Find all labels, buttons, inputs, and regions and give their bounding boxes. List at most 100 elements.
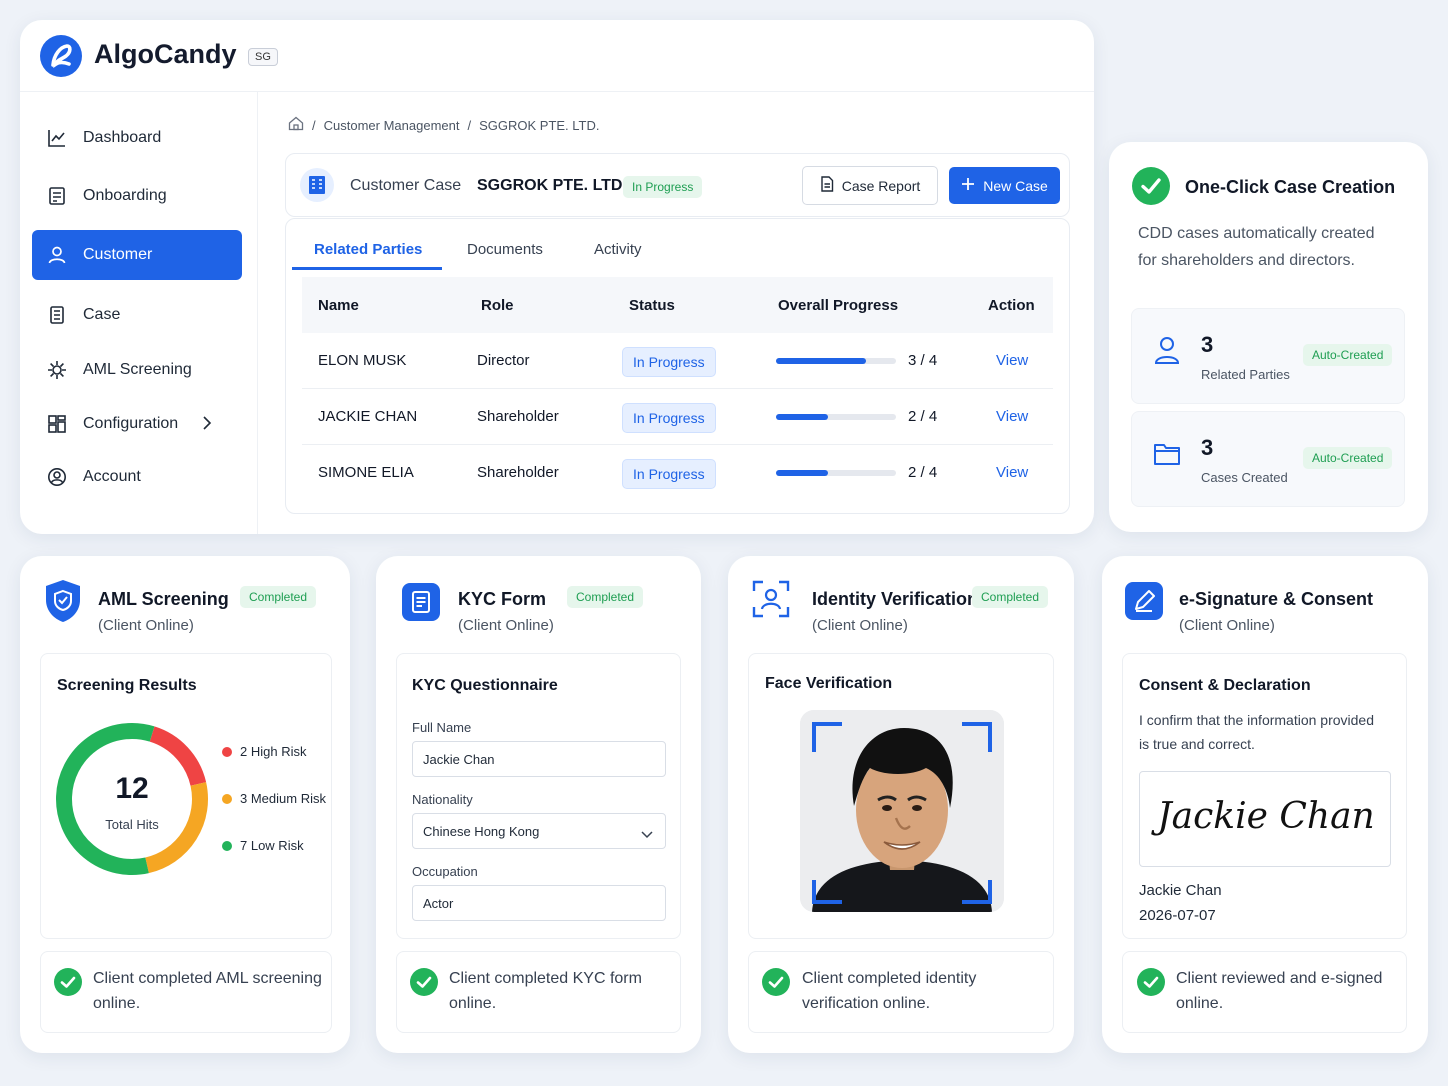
top-bar: AlgoCandy SG [20, 20, 1094, 92]
stat-value: 3 [1201, 332, 1214, 357]
sidebar-item-label: Dashboard [83, 129, 162, 146]
identity-verification-card: Identity Verification (Client Online) Co… [728, 556, 1074, 1053]
card-subtitle: (Client Online) [1179, 617, 1275, 634]
new-case-button[interactable]: New Case [949, 167, 1060, 204]
panel-title: Consent & Declaration [1139, 677, 1311, 694]
completion-text: online. [1176, 995, 1224, 1012]
progress-fill [776, 414, 828, 420]
tab-documents[interactable]: Documents [467, 241, 543, 258]
status-badge: In Progress [622, 403, 716, 433]
card-title: Identity Verification [812, 589, 979, 609]
table-row: JACKIE CHAN Shareholder In Progress 2 / … [302, 389, 1053, 445]
region-badge: SG [248, 48, 278, 66]
face-verification-panel: Face Verification [748, 653, 1054, 939]
card-title: KYC Form [458, 589, 547, 609]
legend-label: 7 Low Risk [240, 838, 304, 853]
progress-text: 2 / 4 [908, 408, 938, 425]
oneclick-desc: for shareholders and directors. [1138, 252, 1355, 269]
home-icon[interactable] [288, 116, 304, 134]
sidebar-item-configuration[interactable]: Configuration [32, 399, 242, 449]
virus-icon [47, 360, 69, 380]
card-subtitle: (Client Online) [98, 617, 194, 634]
check-icon [1137, 968, 1165, 996]
auto-created-badge: Auto-Created [1303, 344, 1393, 366]
completion-text: verification online. [802, 995, 931, 1012]
sidebar-item-customer[interactable]: Customer [32, 230, 242, 280]
view-link[interactable]: View [996, 408, 1028, 425]
sidebar-item-dashboard[interactable]: Dashboard [32, 113, 242, 163]
column-header: Role [481, 297, 514, 314]
nationality-select[interactable]: Chinese Hong Kong [412, 813, 666, 849]
sidebar-item-label: Configuration [83, 415, 179, 432]
case-report-label: Case Report [841, 177, 921, 194]
breadcrumb-separator: / [312, 117, 316, 133]
column-header: Overall Progress [778, 297, 899, 314]
view-link[interactable]: View [996, 352, 1028, 369]
document-icon [47, 305, 69, 325]
tab-related-parties[interactable]: Related Parties [314, 241, 422, 258]
signature-box[interactable]: Jackie Chan [1139, 771, 1391, 867]
party-role: Shareholder [477, 408, 559, 425]
completed-badge: Completed [972, 586, 1049, 608]
grid-icon [47, 414, 69, 434]
low-risk-dot [222, 840, 232, 851]
completion-text: Client reviewed and e-signed [1176, 970, 1383, 987]
sign-date: 2026-07-07 [1139, 907, 1216, 924]
total-hits-value: 12 [115, 772, 149, 805]
progress-bar [776, 470, 896, 476]
view-link[interactable]: View [996, 464, 1028, 481]
e-signature-card: e-Signature & Consent (Client Online) Co… [1102, 556, 1428, 1053]
breadcrumb-item: SGGROK PTE. LTD. [479, 117, 600, 133]
full-name-field[interactable]: Jackie Chan [412, 741, 666, 777]
sidebar-item-case[interactable]: Case [32, 290, 242, 340]
party-name: ELON MUSK [318, 352, 407, 369]
status-badge: In Progress [622, 459, 716, 489]
stat-cases-created: 3 Cases Created Auto-Created [1131, 411, 1405, 507]
building-icon [300, 168, 334, 202]
party-role: Director [477, 352, 530, 369]
progress-text: 2 / 4 [908, 464, 938, 481]
chart-line-icon [47, 128, 69, 148]
legend-label: 3 Medium Risk [240, 791, 326, 806]
legend-item: 3 Medium Risk [222, 791, 326, 806]
user-icon [47, 245, 69, 265]
new-case-label: New Case [983, 177, 1048, 194]
consent-text: I confirm that the information provided [1139, 712, 1375, 728]
completion-text: Client completed KYC form [449, 970, 642, 987]
legend-item: 7 Low Risk [222, 838, 304, 853]
progress-fill [776, 470, 828, 476]
breadcrumb-item[interactable]: Customer Management [324, 118, 460, 133]
case-tabs-panel: Related Parties Documents Activity Name … [285, 218, 1070, 514]
form-icon [402, 583, 440, 621]
sidebar-item-aml-screening[interactable]: AML Screening [32, 345, 242, 395]
tab-underline [292, 267, 442, 270]
face-photo [800, 710, 1004, 912]
table-header: Name Role Status Overall Progress Action [302, 277, 1053, 333]
table-row: ELON MUSK Director In Progress 3 / 4 Vie… [302, 333, 1053, 389]
case-report-button[interactable]: Case Report [802, 166, 938, 205]
signer-name: Jackie Chan [1139, 882, 1222, 899]
chevron-down-icon [641, 827, 653, 842]
folder-icon [1153, 440, 1181, 471]
occupation-field[interactable]: Actor [412, 885, 666, 921]
panel-title: Face Verification [765, 675, 893, 692]
document-icon [820, 176, 834, 195]
sidebar-item-label: AML Screening [83, 361, 192, 378]
party-name: SIMONE ELIA [318, 464, 414, 481]
check-icon [410, 968, 438, 996]
card-title: AML Screening [98, 589, 229, 609]
card-title: e-Signature & Consent [1179, 589, 1374, 609]
breadcrumb: / Customer Management / SGGROK PTE. LTD. [288, 116, 599, 134]
oneclick-title: One-Click Case Creation [1185, 177, 1396, 197]
tab-activity[interactable]: Activity [594, 241, 642, 258]
brand-name: AlgoCandy [94, 39, 237, 69]
panel-title: KYC Questionnaire [412, 677, 558, 694]
user-circle-icon [47, 467, 69, 487]
sidebar-item-onboarding[interactable]: Onboarding [32, 171, 242, 221]
sidebar-item-account[interactable]: Account [32, 452, 242, 502]
consent-text: is true and correct. [1139, 736, 1255, 752]
stat-value: 3 [1201, 435, 1214, 460]
field-label: Occupation [412, 864, 478, 879]
kyc-questionnaire-panel: KYC Questionnaire Full Name Jackie Chan … [396, 653, 681, 939]
breadcrumb-separator: / [467, 117, 472, 133]
